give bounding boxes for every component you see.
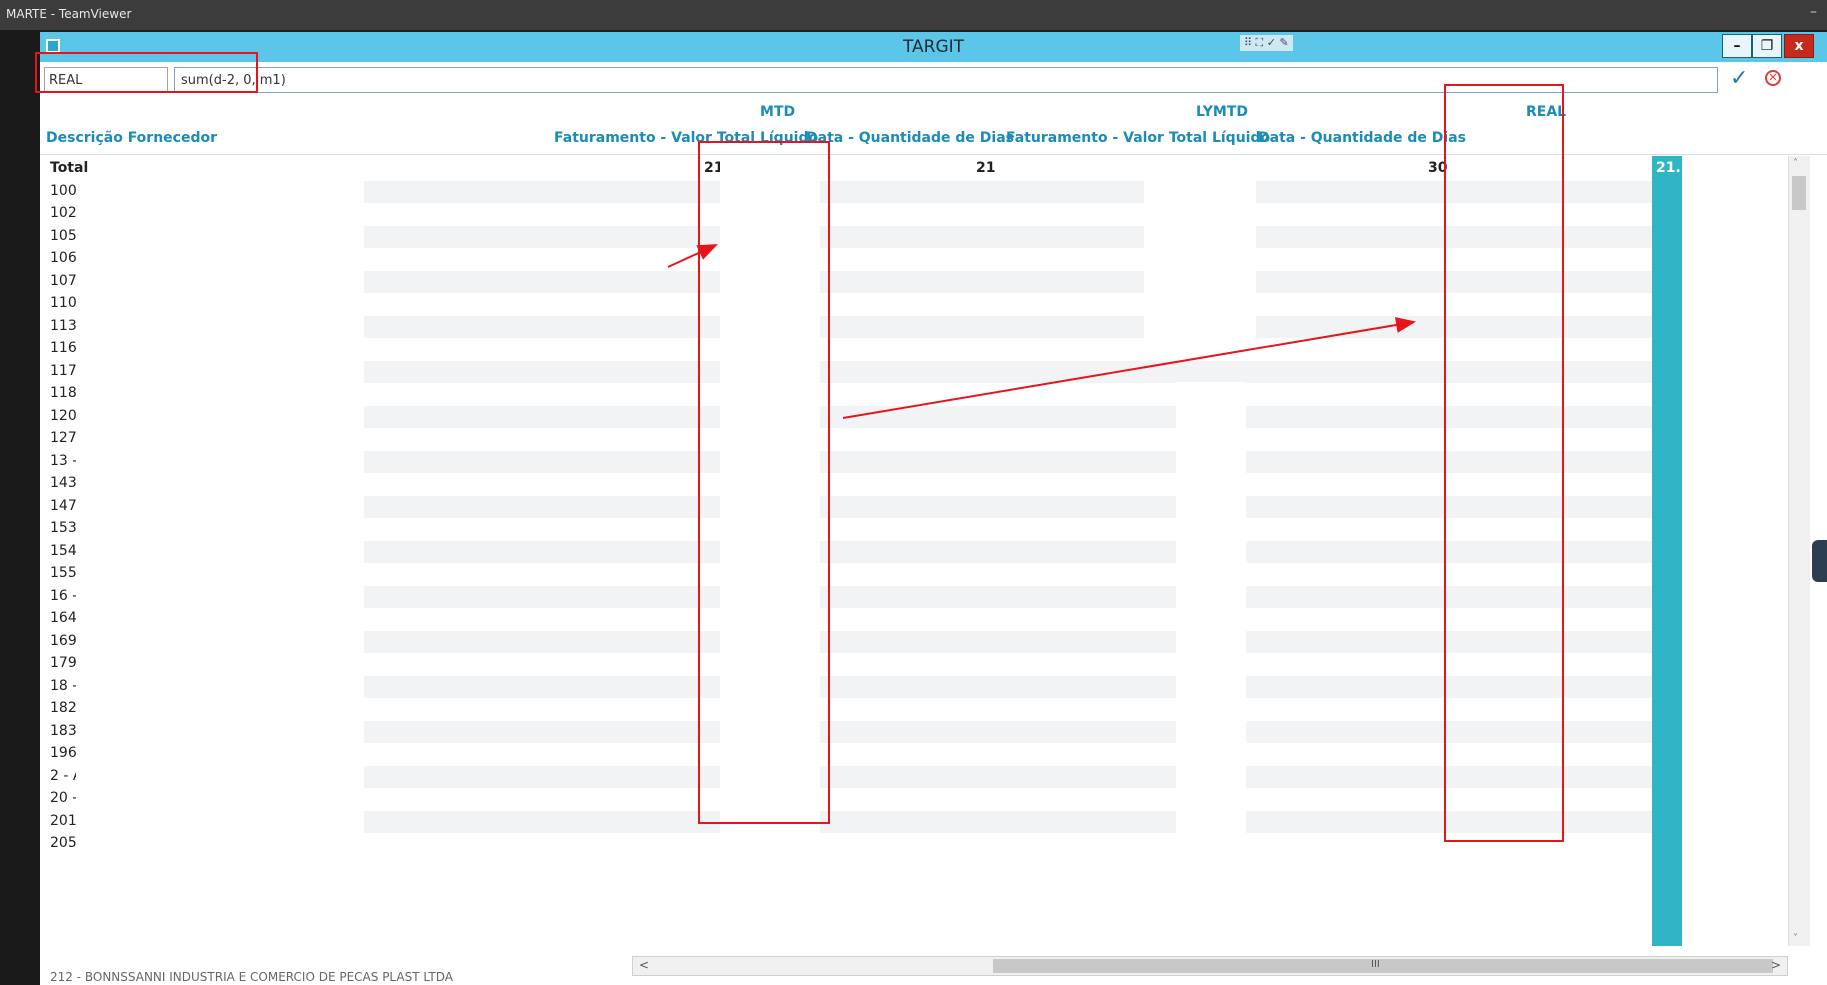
minimize-button[interactable]: – bbox=[1722, 34, 1752, 58]
confirm-check-icon[interactable]: ✓ bbox=[1730, 66, 1748, 91]
row-code: 201 bbox=[50, 812, 77, 829]
row-code: 164 bbox=[50, 610, 77, 626]
group-header-lymtd[interactable]: LYMTD bbox=[1196, 104, 1248, 120]
real-column-bar: 21. bbox=[1652, 156, 1682, 946]
redaction-block bbox=[1176, 382, 1246, 946]
row-code: 179 bbox=[50, 655, 77, 671]
redaction-block bbox=[1144, 156, 1256, 356]
scroll-left-icon[interactable]: < bbox=[639, 958, 649, 972]
row-code: 205 bbox=[50, 835, 77, 851]
row-code: 110 bbox=[50, 295, 77, 311]
scroll-right-icon[interactable]: > bbox=[1771, 958, 1781, 972]
scroll-thumb[interactable] bbox=[1792, 176, 1806, 210]
partial-row-text: 212 - BONNSSANNI INDUSTRIA E COMERCIO DE… bbox=[50, 970, 453, 984]
row-code: 16 - bbox=[50, 587, 78, 604]
row-code: 20 - bbox=[50, 790, 78, 806]
horizontal-scrollbar[interactable]: < III > bbox=[632, 956, 1788, 976]
row-code: 13 - bbox=[50, 452, 78, 469]
row-code: 107 bbox=[50, 272, 77, 289]
total-mtd-dias: 21 bbox=[976, 160, 996, 176]
window-title: MARTE - TeamViewer bbox=[6, 7, 132, 21]
row-code: 106 bbox=[50, 250, 77, 266]
row-code: 105 bbox=[50, 227, 77, 244]
row-code: 113 bbox=[50, 317, 77, 334]
row-code: 182 bbox=[50, 700, 77, 716]
scroll-up-icon[interactable]: ˄ bbox=[1793, 158, 1798, 169]
row-code: 102 bbox=[50, 205, 77, 221]
remote-toolbar[interactable]: ⠿ ⛶ ✓ ✎ bbox=[1240, 35, 1293, 51]
remote-left-strip bbox=[0, 30, 40, 985]
row-code: 183 bbox=[50, 722, 77, 739]
row-code: 118 bbox=[50, 385, 77, 401]
real-column-values bbox=[1682, 156, 1788, 946]
minimize-icon[interactable]: – bbox=[1810, 4, 1817, 20]
scroll-down-icon[interactable]: ˅ bbox=[1793, 933, 1798, 944]
column-header-mtd-dias[interactable]: Data - Quantidade de Dias bbox=[806, 130, 1014, 146]
row-code: 153 bbox=[50, 520, 77, 536]
row-code: 155 bbox=[50, 565, 77, 581]
row-code: 100 bbox=[50, 182, 77, 199]
restore-button[interactable]: ❐ bbox=[1752, 34, 1782, 58]
row-code: 120 bbox=[50, 407, 77, 424]
annotation-box-real bbox=[1444, 84, 1564, 842]
hscroll-grip-icon: III bbox=[1371, 959, 1380, 970]
row-code: 117 bbox=[50, 362, 77, 379]
row-code: 18 - bbox=[50, 677, 78, 694]
row-code: 116 bbox=[50, 340, 77, 356]
cancel-x-icon[interactable]: ✕ bbox=[1765, 70, 1781, 86]
column-header-descricao[interactable]: Descrição Fornecedor bbox=[46, 130, 217, 146]
hscroll-thumb[interactable] bbox=[993, 959, 1773, 973]
annotation-box-mtd bbox=[698, 141, 830, 824]
close-button[interactable]: x bbox=[1784, 34, 1814, 58]
total-real: 21. bbox=[1656, 160, 1681, 176]
teamviewer-titlebar: MARTE - TeamViewer – bbox=[0, 0, 1827, 30]
row-code: 127 bbox=[50, 430, 77, 446]
row-code: 147 bbox=[50, 497, 77, 514]
column-header-lymtd-faturamento[interactable]: Faturamento - Valor Total Líquido bbox=[1006, 130, 1270, 146]
vertical-scrollbar[interactable]: ˄ ˅ bbox=[1788, 156, 1810, 946]
row-code: 154 bbox=[50, 542, 77, 559]
row-code: 196 bbox=[50, 745, 77, 761]
row-code: 169 bbox=[50, 632, 77, 649]
column-header-lymtd-dias[interactable]: Data - Quantidade de Dias bbox=[1258, 130, 1466, 146]
row-label: Total bbox=[50, 160, 89, 176]
app-titlebar: TARGIT ⠿ ⛶ ✓ ✎ – ❐ x bbox=[40, 32, 1827, 62]
annotation-box-formula bbox=[35, 52, 258, 93]
row-code: 143 bbox=[50, 475, 77, 491]
app-title: TARGIT bbox=[902, 37, 965, 57]
group-header-mtd[interactable]: MTD bbox=[760, 104, 795, 120]
redaction-block bbox=[76, 180, 364, 946]
remote-side-handle[interactable] bbox=[1812, 540, 1827, 582]
